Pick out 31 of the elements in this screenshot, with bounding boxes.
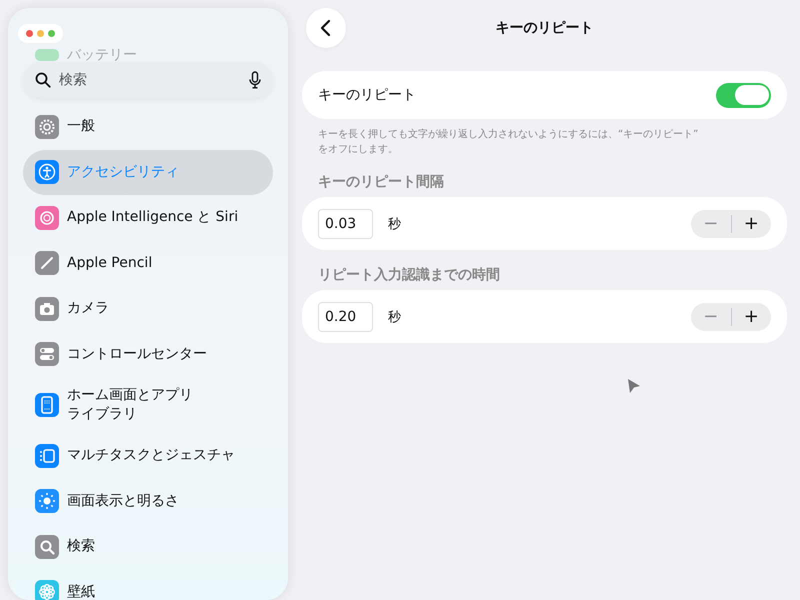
window-controls[interactable] <box>18 24 63 42</box>
unit-label: 秒 <box>388 308 401 326</box>
sidebar-item[interactable]: 画面表示と明るさ <box>23 478 273 524</box>
sidebar-item[interactable]: Apple Intelligence と Siri <box>23 195 273 240</box>
battery-icon <box>35 49 59 61</box>
sidebar-item[interactable]: 検索 <box>23 524 273 570</box>
unit-label: 秒 <box>388 216 401 232</box>
microphone-icon[interactable] <box>249 71 261 89</box>
toggle-switch[interactable] <box>716 82 771 108</box>
sidebar-item[interactable]: 壁紙 <box>23 570 273 600</box>
increment-button[interactable]: + <box>732 302 771 330</box>
section-header: キーのリピート間隔 <box>318 173 445 191</box>
back-button[interactable] <box>306 8 346 48</box>
pointer-icon <box>627 378 641 394</box>
increment-button[interactable]: + <box>732 210 771 238</box>
number-field[interactable]: 0.03 <box>318 208 373 238</box>
sidebar-item[interactable]: ホーム画面とアプリライブラリ <box>23 377 273 433</box>
search-icon <box>35 72 51 88</box>
page-title: キーのリピート <box>496 20 594 36</box>
chevron-left-icon <box>320 19 332 37</box>
search-input[interactable]: 検索 <box>57 71 243 89</box>
section-header: リピート入力認識までの時間 <box>318 266 501 284</box>
sidebar-item[interactable]: カメラ <box>23 286 273 332</box>
number-field[interactable]: 0.20 <box>318 302 373 332</box>
sidebar-item[interactable]: マルチタスクとジェスチャ <box>23 433 273 478</box>
footnote: キーを長く押しても文字が繰り返し入力されないようにするには、“キーのリピート” をオフにします。 <box>318 128 700 157</box>
sidebar-item[interactable]: コントロールセンター <box>23 332 273 377</box>
sidebar-item[interactable]: 一般 <box>23 104 273 150</box>
toggle-label: キーのリピート <box>318 86 416 104</box>
sidebar-item[interactable]: Apple Pencil <box>23 240 273 286</box>
search-field[interactable]: 検索 <box>23 62 273 98</box>
